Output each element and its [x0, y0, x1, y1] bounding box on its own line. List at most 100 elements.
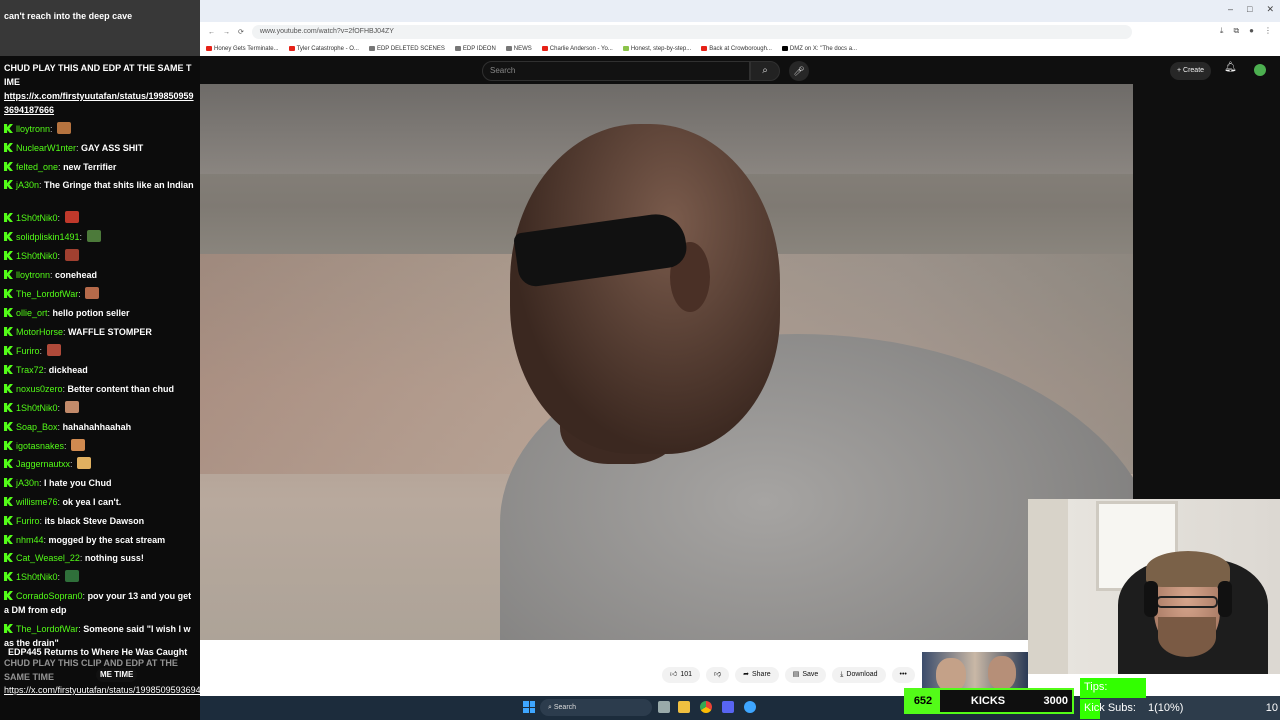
- chat-username[interactable]: MotorHorse: [16, 327, 63, 337]
- bookmark-item[interactable]: Charlie Anderson - Yo...: [541, 42, 613, 55]
- chrome-icon[interactable]: [700, 701, 712, 713]
- extensions-icon[interactable]: ⧉: [1233, 26, 1239, 36]
- bookmarks-bar: Honey Gets Terminate... Tyler Catastrophe…: [200, 42, 1280, 55]
- chat-username[interactable]: Cat_Weasel_22: [16, 553, 80, 563]
- browser-toolbar-icons: ⤓ ⧉ ● ⋮: [1220, 26, 1272, 36]
- search-input[interactable]: Search: [482, 61, 750, 81]
- chat-message: noxus0zero: Better content than chud: [4, 382, 194, 396]
- chat-username[interactable]: Furiro: [16, 346, 40, 356]
- video-actions: 👍︎ 101 👎︎ ➦ Share ▤ Save ⤓ Download •••: [662, 667, 915, 683]
- bookmark-item[interactable]: Honest, step-by-step...: [622, 42, 691, 55]
- back-icon[interactable]: ←: [208, 29, 215, 36]
- tip-goal-goal: 10: [1265, 702, 1278, 714]
- kicks-goal: 3000: [1043, 695, 1068, 707]
- close-icon[interactable]: ✕: [1266, 4, 1274, 15]
- more-actions-button[interactable]: •••: [891, 667, 915, 683]
- chat-username[interactable]: lloytronn: [16, 270, 50, 280]
- notifications-bell-icon[interactable]: 🔔︎: [1224, 62, 1237, 73]
- streamer-webcam: [1028, 499, 1280, 674]
- chat-message: https://x.com/firstyuutafan/status/19985…: [4, 89, 194, 117]
- chat-message: 1Sh0tNik0:: [4, 401, 194, 415]
- discord-icon[interactable]: [722, 701, 734, 713]
- chat-username[interactable]: felted_one: [16, 162, 58, 172]
- chat-username[interactable]: NuclearW1nter: [16, 143, 76, 153]
- bookmark-favicon-icon: [622, 46, 629, 51]
- windows-start-icon[interactable]: [523, 701, 535, 713]
- chat-username[interactable]: Furiro: [16, 516, 40, 526]
- bookmark-favicon-icon: [368, 46, 375, 51]
- profile-icon[interactable]: ●: [1249, 26, 1254, 36]
- chat-username[interactable]: ollie_ort: [16, 308, 48, 318]
- tip-goal-row: Kick Subs: 1(10%) 10: [1080, 699, 1280, 719]
- inset-video-thumbnail: [922, 652, 1028, 690]
- chat-emote-icon: [71, 439, 86, 451]
- chat-username[interactable]: nhm44: [16, 535, 44, 545]
- chat-username[interactable]: The_LordofWar: [16, 289, 78, 299]
- file-explorer-icon[interactable]: [678, 701, 690, 713]
- kick-badge-icon: [4, 213, 13, 222]
- app-icon[interactable]: [744, 701, 756, 713]
- chat-username[interactable]: 1Sh0tNik0: [16, 572, 58, 582]
- share-button[interactable]: ➦ Share: [735, 667, 779, 683]
- maximize-icon[interactable]: □: [1247, 4, 1252, 15]
- video-player[interactable]: [200, 84, 1133, 640]
- webcam-glasses: [1156, 596, 1218, 608]
- chat-username[interactable]: Jaggernautxx: [16, 459, 70, 469]
- chat-emote-icon: [85, 287, 100, 299]
- tip-goal-value: $9.99(33%): [1148, 681, 1205, 693]
- kick-badge-icon: [4, 478, 13, 487]
- chat-username[interactable]: jA30n: [16, 180, 39, 190]
- chat-text: nothing suss!: [84, 553, 144, 563]
- bookmark-item[interactable]: Honey Gets Terminate...: [206, 42, 279, 55]
- chat-username[interactable]: igotasnakes: [16, 441, 64, 451]
- like-button[interactable]: 👍︎ 101: [662, 667, 701, 683]
- kick-badge-icon: [4, 535, 13, 544]
- chat-text: hello potion seller: [52, 308, 130, 318]
- create-button[interactable]: + Create: [1170, 62, 1212, 80]
- bookmark-item[interactable]: Tyler Catastrophe - O...: [288, 42, 359, 55]
- chat-username[interactable]: 1Sh0tNik0: [16, 213, 58, 223]
- thumbs-up-icon: 👍︎: [670, 671, 678, 678]
- chat-username[interactable]: noxus0zero: [16, 384, 63, 394]
- minimize-icon[interactable]: –: [1228, 4, 1233, 15]
- forward-icon[interactable]: →: [223, 29, 230, 36]
- chat-link[interactable]: https://x.com/firstyuutafan/status/19985…: [4, 684, 200, 697]
- chat-username[interactable]: Trax72: [16, 365, 44, 375]
- chat-username[interactable]: The_LordofWar: [16, 624, 78, 634]
- chat-username[interactable]: 1Sh0tNik0: [16, 403, 58, 413]
- chat-username[interactable]: Soap_Box: [16, 422, 58, 432]
- chat-text: I hate you Chud: [44, 478, 112, 488]
- bookmark-item[interactable]: EDP IDEON: [454, 42, 496, 55]
- bookmark-item[interactable]: Back at Crowborough...: [701, 42, 772, 55]
- voice-search-button[interactable]: 🎤︎: [789, 61, 809, 81]
- bookmark-item[interactable]: EDP DELETED SCENES: [368, 42, 445, 55]
- bookmark-favicon-icon: [781, 46, 788, 51]
- dislike-button[interactable]: 👎︎: [706, 667, 730, 683]
- search-icon: ⌕: [762, 65, 768, 76]
- microphone-icon: 🎤︎: [793, 66, 805, 76]
- chat-username[interactable]: CorradoSopran0: [16, 591, 83, 601]
- bookmark-item[interactable]: DMZ on X: "The docs a...: [781, 42, 857, 55]
- chat-username[interactable]: solidpliskin1491: [16, 232, 80, 242]
- inset-person-left: [936, 658, 966, 690]
- chat-username[interactable]: willisme76: [16, 497, 58, 507]
- chat-message: CorradoSopran0: pov your 13 and you get …: [4, 591, 192, 615]
- chat-link[interactable]: https://x.com/firstyuutafan/status/19985…: [4, 91, 194, 115]
- taskbar-search[interactable]: ⌕ Search: [540, 699, 652, 716]
- bookmark-item[interactable]: NEWS: [505, 42, 532, 55]
- save-button[interactable]: ▤ Save: [784, 667, 827, 683]
- chat-username[interactable]: jA30n: [16, 478, 39, 488]
- chat-username[interactable]: lloytronn: [16, 124, 50, 134]
- avatar[interactable]: [1254, 64, 1266, 76]
- kick-badge-icon: [4, 441, 13, 450]
- reload-icon[interactable]: ⟳: [238, 28, 244, 36]
- chat-message: ollie_ort: hello potion seller: [4, 306, 194, 320]
- task-view-icon[interactable]: [658, 701, 670, 713]
- me-time-badge: ME TIME: [96, 668, 138, 682]
- menu-icon[interactable]: ⋮: [1264, 26, 1272, 36]
- download-button[interactable]: ⤓ Download: [832, 667, 886, 683]
- chat-username[interactable]: 1Sh0tNik0: [16, 251, 58, 261]
- search-button[interactable]: ⌕: [750, 61, 780, 81]
- download-icon[interactable]: ⤓: [1220, 26, 1224, 36]
- address-bar[interactable]: www.youtube.com/watch?v=2fOFHBJ04ZY: [251, 25, 1132, 39]
